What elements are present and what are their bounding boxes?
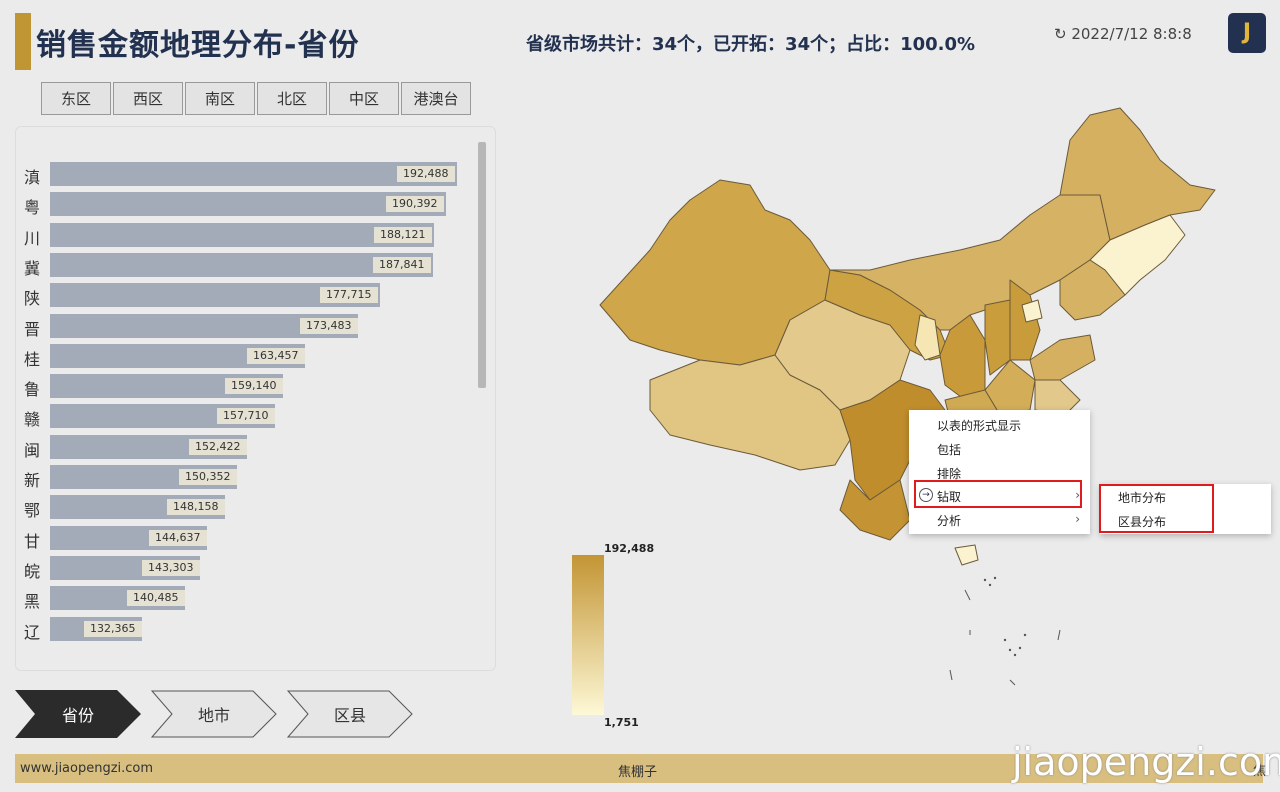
region-tab-south[interactable]: 南区 (185, 82, 255, 115)
bar-value: 192,488 (397, 166, 455, 182)
bar-value: 140,485 (127, 590, 185, 607)
level-tab-label: 区县 (333, 706, 366, 725)
bar-row[interactable]: 陕 177,715 (0, 283, 480, 309)
bar-value: 132,365 (84, 620, 142, 637)
bar-row[interactable]: 赣 157,710 (0, 404, 480, 430)
region-tabs: 东区 西区 南区 北区 中区 港澳台 (41, 82, 471, 115)
region-tab-north[interactable]: 北区 (257, 82, 327, 115)
bar[interactable] (50, 162, 457, 186)
page-title: 销售金额地理分布-省份 (36, 28, 360, 63)
bar-row[interactable]: 冀 187,841 (0, 252, 480, 278)
level-tab-city[interactable]: 地市 (151, 690, 277, 738)
bar-row[interactable]: 辽 132,365 (0, 616, 480, 642)
refresh-datetime[interactable]: ↻ 2022/7/12 8:8:8 (1054, 25, 1192, 43)
bar-list-scrollbar[interactable] (478, 142, 486, 388)
legend-min-value: 1,751 (604, 716, 639, 729)
footer-author: 焦棚子 (618, 765, 658, 780)
region-tab-hkmt[interactable]: 港澳台 (401, 82, 471, 115)
bar-row[interactable]: 桂 163,457 (0, 343, 480, 369)
bar-value: 152,422 (189, 438, 247, 455)
bar-label: 陕 (24, 289, 41, 309)
bar-row[interactable]: 川 188,121 (0, 222, 480, 248)
bar-row[interactable]: 甘 144,637 (0, 525, 480, 551)
bar-value: 173,483 (300, 317, 358, 334)
bar-label: 赣 (24, 410, 41, 430)
ctx-item-label: 分析 (937, 514, 962, 528)
bar-value: 190,392 (386, 196, 444, 213)
bar-label: 滇 (24, 168, 41, 187)
bar-row[interactable]: 闽 152,422 (0, 434, 480, 460)
submenu-highlight (1099, 484, 1214, 533)
ctx-item-include[interactable]: 包括 (937, 441, 961, 458)
bar-row[interactable]: 新 150,352 (0, 465, 480, 490)
watermark: jiaopengzi.com (1012, 740, 1280, 784)
bar-value: 188,121 (374, 226, 432, 243)
region-tab-central[interactable]: 中区 (329, 82, 399, 115)
context-menu: 以表的形式显示 包括 排除 → 钻取 › 分析 › (909, 410, 1090, 534)
south-china-sea-islands (949, 576, 1061, 686)
bar-value: 159,140 (225, 378, 283, 395)
bar-label: 甘 (24, 531, 41, 551)
bar-row[interactable]: 皖 143,303 (0, 555, 480, 581)
bar-value: 144,637 (149, 529, 207, 546)
market-stats: 省级市场共计：34个，已开拓：34个；占比：100.0% (526, 34, 976, 55)
bar-label: 冀 (24, 258, 41, 278)
region-tab-west[interactable]: 西区 (113, 82, 183, 115)
bar-label: 鄂 (24, 501, 41, 521)
chevron-right-icon: › (1075, 512, 1080, 526)
footer-website[interactable]: www.jiaopengzi.com (20, 761, 153, 776)
map-region-hainan (954, 544, 979, 566)
bar-value: 163,457 (247, 347, 305, 364)
bar-label: 川 (24, 228, 41, 248)
ctx-item-analyze[interactable]: 分析 › (909, 510, 1090, 532)
title-accent-bar (15, 13, 31, 70)
province-bar-list: 滇 192,488 粤 190,392 川 188,121 冀 187,841 陕 177,715… (0, 162, 490, 662)
ctx-item-show-as-table[interactable]: 以表的形式显示 (937, 417, 1021, 434)
bar-value: 148,158 (167, 499, 225, 516)
bar-value: 143,303 (142, 559, 200, 576)
bar-value: 177,715 (320, 287, 378, 304)
bar-row[interactable]: 鲁 159,140 (0, 374, 480, 400)
bar-label: 皖 (24, 561, 41, 581)
level-tab-label: 地市 (197, 706, 230, 725)
bar-row[interactable]: 晋 173,483 (0, 313, 480, 339)
bar-value: 157,710 (217, 408, 275, 425)
legend-max-value: 192,488 (604, 542, 655, 555)
bar-label: 桂 (24, 349, 41, 369)
region-tab-east[interactable]: 东区 (41, 82, 111, 115)
level-tab-county[interactable]: 区县 (287, 690, 413, 738)
bar-row[interactable]: 粤 190,392 (0, 192, 480, 218)
bar-label: 黑 (24, 592, 41, 612)
color-legend-bar (572, 555, 604, 715)
bar-value: 150,352 (179, 469, 237, 485)
bar-label: 新 (24, 471, 41, 490)
bar-label: 闽 (24, 440, 41, 460)
bar-row[interactable]: 鄂 148,158 (0, 495, 480, 521)
china-province-map[interactable] (590, 100, 1240, 700)
bar-label: 辽 (24, 622, 41, 642)
bar-row[interactable]: 滇 192,488 (0, 162, 480, 187)
level-tab-province[interactable]: 省份 (15, 690, 141, 738)
logo: J (1228, 13, 1266, 53)
bar-row[interactable]: 黑 140,485 (0, 586, 480, 612)
level-tab-label: 省份 (61, 706, 94, 725)
bar-label: 粤 (24, 198, 41, 218)
bar-label: 鲁 (24, 380, 41, 400)
drillthrough-highlight (914, 480, 1082, 508)
map-region-shandong (1029, 334, 1096, 381)
bar-value: 187,841 (373, 256, 431, 273)
bar-label: 晋 (24, 319, 41, 339)
